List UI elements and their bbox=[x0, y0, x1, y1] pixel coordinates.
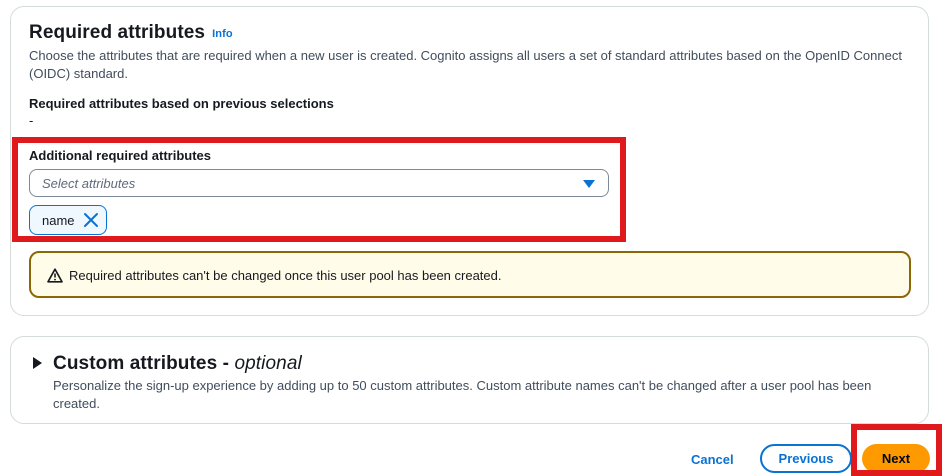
cancel-button[interactable]: Cancel bbox=[691, 452, 734, 467]
caret-right-icon[interactable] bbox=[33, 357, 42, 369]
required-attributes-description: Choose the attributes that are required … bbox=[29, 48, 902, 81]
highlight-box-next bbox=[851, 424, 942, 476]
custom-attributes-description: Personalize the sign-up experience by ad… bbox=[53, 378, 872, 411]
warning-icon bbox=[47, 268, 63, 283]
highlight-box-attributes bbox=[12, 137, 626, 242]
previous-selections-label: Required attributes based on previous se… bbox=[29, 96, 334, 111]
alert-text: Required attributes can't be changed onc… bbox=[69, 268, 502, 283]
custom-attributes-title: Custom attributes - bbox=[53, 353, 235, 374]
required-attributes-heading: Required attributes Info bbox=[29, 22, 233, 44]
custom-attributes-heading[interactable]: Custom attributes - optional bbox=[53, 353, 302, 375]
info-link[interactable]: Info bbox=[212, 28, 233, 40]
previous-button[interactable]: Previous bbox=[760, 444, 852, 473]
required-attributes-title: Required attributes bbox=[29, 22, 206, 43]
warning-alert: Required attributes can't be changed onc… bbox=[29, 251, 911, 298]
optional-label: optional bbox=[234, 353, 302, 374]
previous-selections-value: - bbox=[29, 113, 34, 128]
